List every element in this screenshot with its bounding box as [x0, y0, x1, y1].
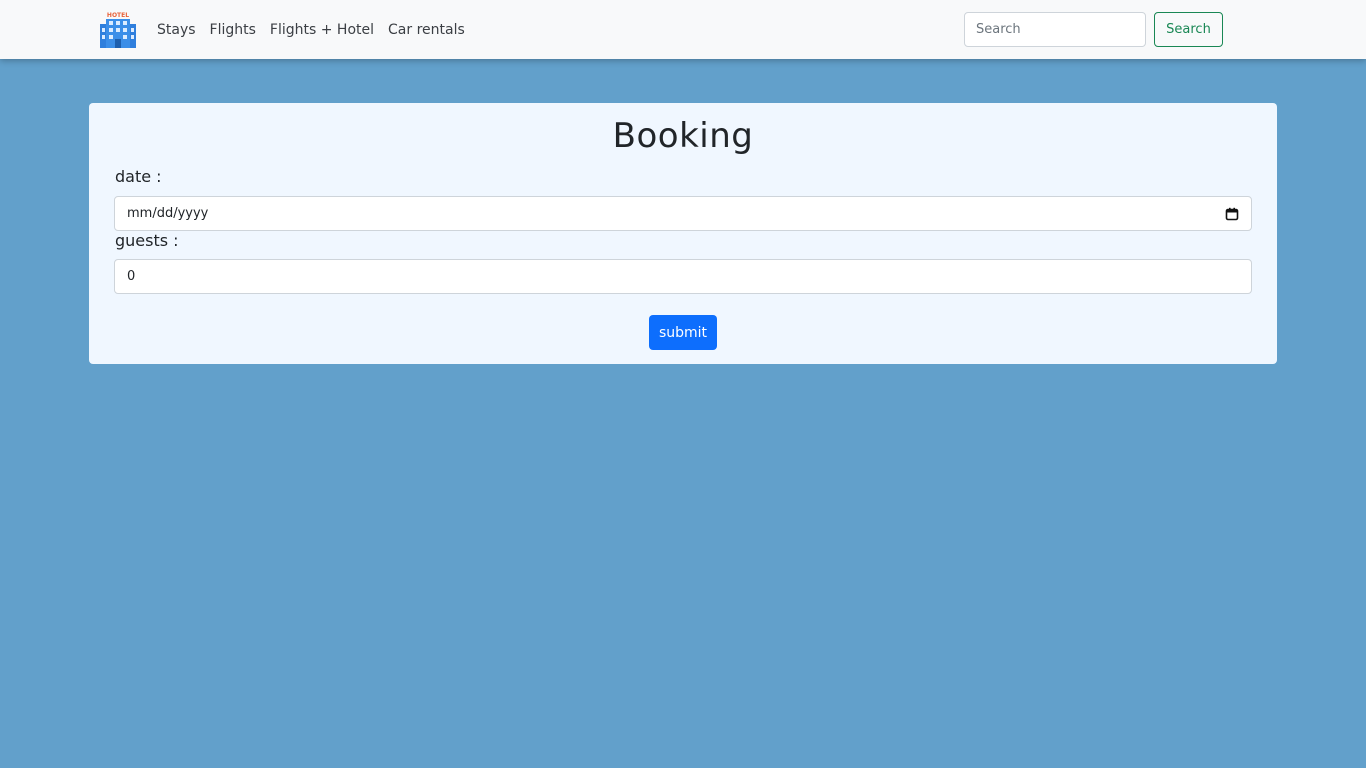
search-input[interactable]: [964, 12, 1146, 47]
guests-label: guests :: [115, 231, 179, 250]
date-input[interactable]: mm/dd/yyyy: [114, 196, 1252, 231]
hotel-building-icon[interactable]: HOTEL: [99, 11, 137, 48]
calendar-icon[interactable]: [1225, 207, 1239, 221]
page-title: Booking: [612, 116, 754, 156]
submit-button[interactable]: submit: [649, 315, 717, 350]
date-label: date :: [115, 167, 162, 186]
logo-sign-text: HOTEL: [107, 12, 129, 19]
nav-link-flights[interactable]: Flights: [203, 22, 263, 38]
top-navbar: HOTEL Stays Flights Flights + Hotel Car …: [0, 0, 1366, 59]
nav-link-car-rentals[interactable]: Car rentals: [381, 22, 472, 38]
guests-value: 0: [127, 269, 136, 284]
guests-input[interactable]: 0: [114, 259, 1252, 294]
nav-link-stays[interactable]: Stays: [150, 22, 203, 38]
search-button[interactable]: Search: [1154, 12, 1223, 47]
nav-links: Stays Flights Flights + Hotel Car rental…: [150, 0, 472, 59]
date-placeholder: mm/dd/yyyy: [127, 206, 209, 221]
nav-link-flights-hotel[interactable]: Flights + Hotel: [263, 22, 381, 38]
